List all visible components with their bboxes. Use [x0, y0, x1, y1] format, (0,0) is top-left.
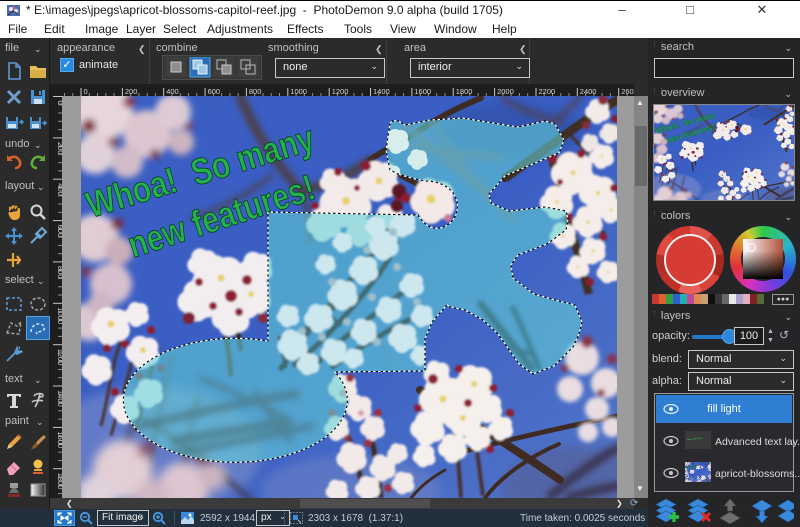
- svg-text:1600: 1600: [414, 87, 431, 96]
- svg-text:800: 800: [249, 87, 262, 96]
- svg-text:1800: 1800: [456, 87, 473, 96]
- svg-text:1400: 1400: [373, 87, 390, 96]
- svg-text:2200: 2200: [539, 87, 556, 96]
- svg-text:2600: 2600: [621, 87, 634, 96]
- svg-text:400: 400: [166, 87, 179, 96]
- svg-text:1200: 1200: [332, 87, 349, 96]
- svg-text:600: 600: [208, 87, 221, 96]
- svg-text:2400: 2400: [580, 87, 597, 96]
- svg-text:0: 0: [84, 87, 88, 96]
- svg-text:2000: 2000: [497, 87, 514, 96]
- svg-text:1000: 1000: [290, 87, 307, 96]
- svg-text:~~~: ~~~: [686, 433, 703, 445]
- svg-text:200: 200: [125, 87, 138, 96]
